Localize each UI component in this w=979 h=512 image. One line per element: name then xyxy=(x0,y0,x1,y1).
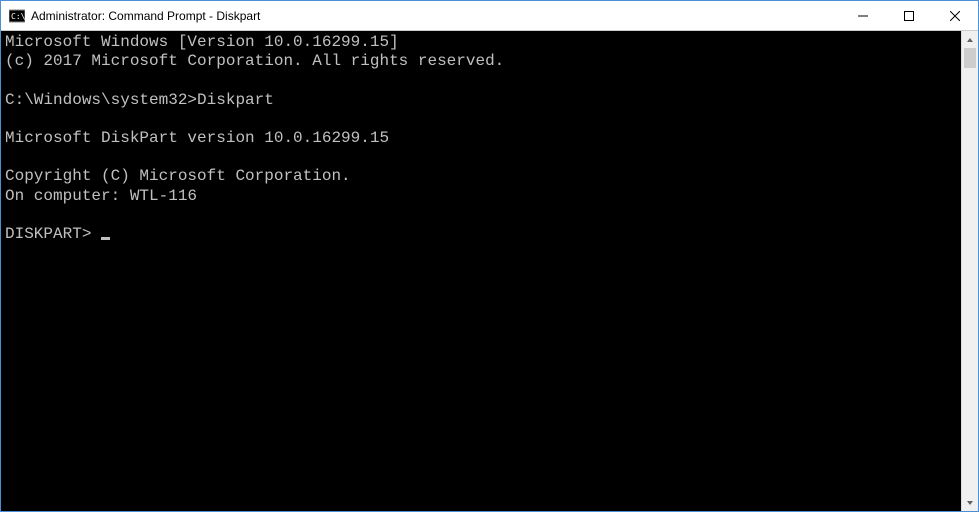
scroll-thumb[interactable] xyxy=(964,48,976,68)
content-area: Microsoft Windows [Version 10.0.16299.15… xyxy=(1,31,978,511)
scroll-up-button[interactable] xyxy=(962,31,978,48)
minimize-button[interactable] xyxy=(840,1,886,30)
terminal-line: Microsoft DiskPart version 10.0.16299.15 xyxy=(5,129,389,147)
terminal-line: C:\Windows\system32>Diskpart xyxy=(5,91,274,109)
terminal-line: On computer: WTL-116 xyxy=(5,187,197,205)
terminal-prompt: DISKPART> xyxy=(5,225,101,243)
terminal-line: Microsoft Windows [Version 10.0.16299.15… xyxy=(5,33,399,51)
cursor-icon xyxy=(101,237,110,240)
maximize-button[interactable] xyxy=(886,1,932,30)
titlebar[interactable]: C:\ Administrator: Command Prompt - Disk… xyxy=(1,1,978,31)
close-button[interactable] xyxy=(932,1,978,30)
terminal-output[interactable]: Microsoft Windows [Version 10.0.16299.15… xyxy=(1,31,961,511)
scroll-down-button[interactable] xyxy=(962,494,978,511)
vertical-scrollbar[interactable] xyxy=(961,31,978,511)
window-title: Administrator: Command Prompt - Diskpart xyxy=(31,9,840,23)
terminal-line: (c) 2017 Microsoft Corporation. All righ… xyxy=(5,52,504,70)
cmd-icon: C:\ xyxy=(9,8,25,24)
window-controls xyxy=(840,1,978,30)
scroll-track[interactable] xyxy=(962,48,978,494)
svg-text:C:\: C:\ xyxy=(11,12,25,21)
terminal-line: Copyright (C) Microsoft Corporation. xyxy=(5,167,351,185)
